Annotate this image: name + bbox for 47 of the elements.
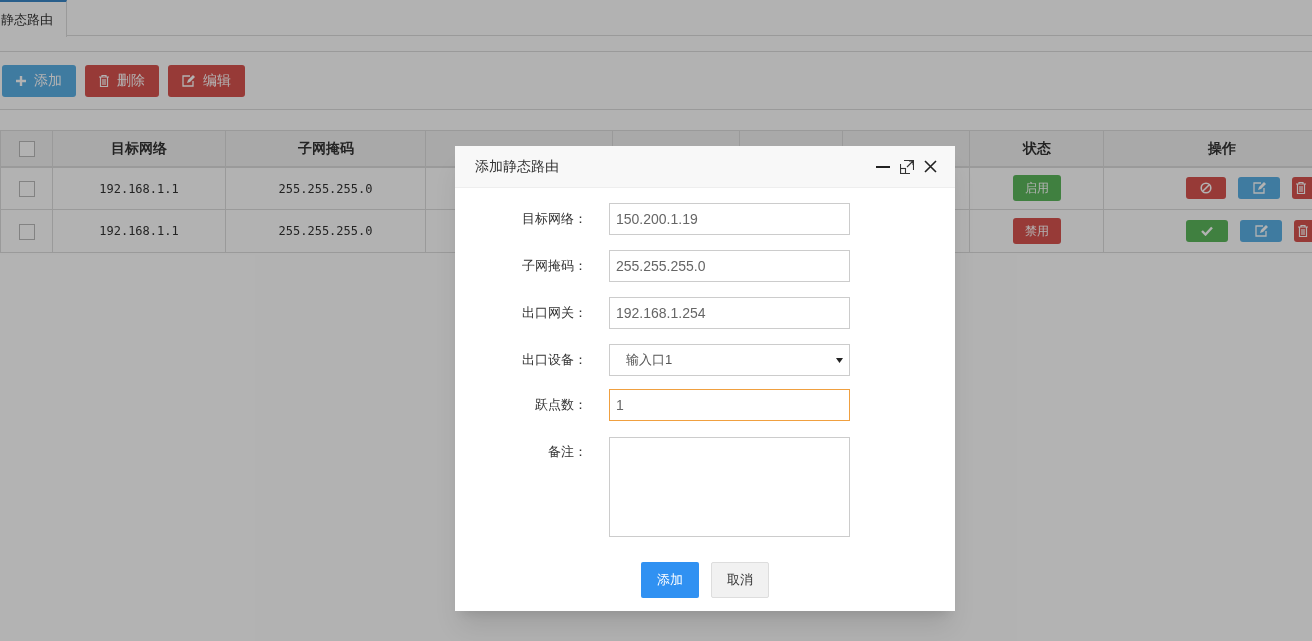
edit-icon [1254,225,1268,237]
edit-icon [1252,182,1266,195]
check-icon [1201,226,1213,236]
table-cell: 255.255.255.0 [278,181,373,196]
column-header: 状态 [1022,139,1051,156]
trash-icon [99,74,109,87]
input-field[interactable]: 150.200.1.19 [609,203,850,235]
tab[interactable]: 静态路由 [0,0,67,37]
enable-button[interactable] [1186,220,1228,242]
column-header: 子网掩码 [297,139,354,156]
column-header: 目标网络 [111,139,167,156]
table-cell: 192.168.1.1 [99,224,179,239]
status-badge: 启用 [1012,175,1061,202]
edit-icon [182,74,195,87]
table-cell: 255.255.255.0 [278,224,373,239]
input-field[interactable]: 1 [609,389,850,421]
field-label: 出口网关： [521,304,587,322]
status-badge: 禁用 [1012,218,1061,244]
edit-button[interactable] [1240,220,1282,242]
dialog-title: 添加静态路由 [475,157,560,176]
plus-icon [16,75,26,86]
select-field[interactable]: 输入口1 [609,344,850,376]
field-label: 跃点数： [534,396,587,414]
close-icon[interactable] [924,160,937,173]
maximize-icon[interactable] [900,159,914,174]
column-header: 操作 [1208,139,1236,156]
input-field[interactable]: 192.168.1.254 [609,297,850,329]
field-label: 目标网络： [521,210,587,228]
checkbox[interactable] [18,181,35,198]
disable-button[interactable] [1186,177,1226,200]
trash-icon [1296,182,1306,195]
checkbox[interactable] [18,223,35,240]
textarea-field[interactable] [609,437,850,537]
trash-icon [1298,225,1308,237]
input-field[interactable]: 255.255.255.0 [609,250,850,282]
table-cell: 192.168.1.1 [99,181,179,196]
field-label: 子网掩码： [521,257,587,275]
ban-icon [1200,182,1212,195]
add-button[interactable]: 添加 [641,562,699,598]
cancel-button[interactable]: 取消 [711,562,769,598]
field-label: 备注： [547,443,587,461]
edit-button[interactable] [1238,177,1280,200]
edit-button[interactable]: 编辑 [168,64,245,97]
dropdown-arrow-icon [836,357,843,363]
checkbox[interactable] [18,141,35,158]
field-label: 出口设备： [521,351,587,369]
delete-button[interactable]: 删除 [85,64,159,97]
